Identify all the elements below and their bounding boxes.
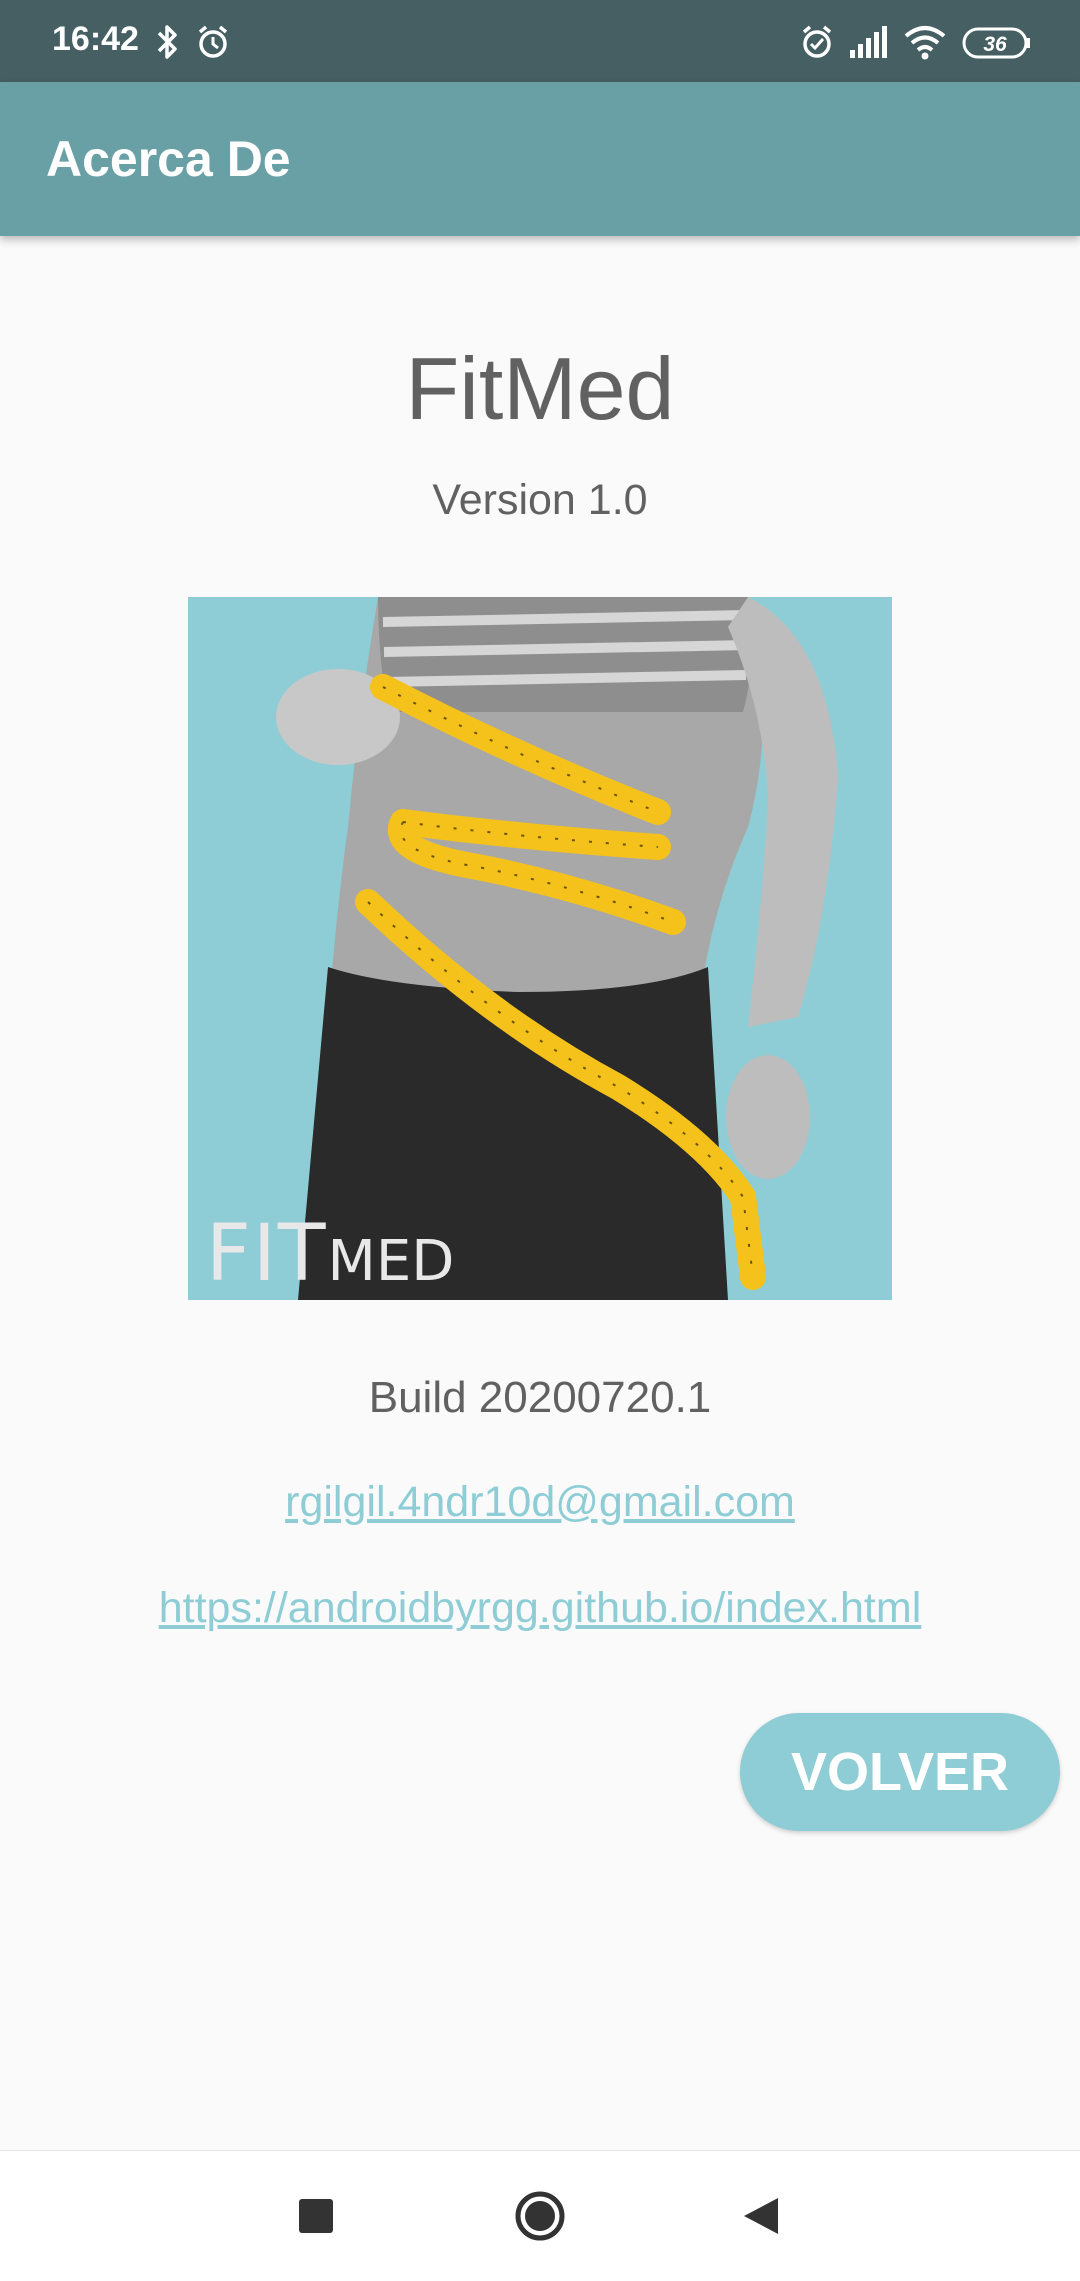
app-bar: Acerca De: [0, 82, 1080, 236]
battery-icon: 36: [962, 27, 1030, 59]
logo-text-fit: FIT: [206, 1209, 328, 1299]
alarm-icon: [198, 25, 228, 58]
signal-icon: [850, 26, 887, 58]
back-icon[interactable]: [720, 2176, 800, 2256]
navigation-bar: [0, 2150, 1080, 2281]
website-link[interactable]: https://androidbyrgg.github.io/index.htm…: [0, 1584, 1080, 1633]
battery-level: 36: [983, 33, 1007, 56]
page-title: Acerca De: [46, 131, 291, 187]
email-link[interactable]: rgilgil.4ndr10d@gmail.com: [0, 1478, 1080, 1527]
back-button[interactable]: VOLVER: [740, 1713, 1060, 1831]
app-logo-image: FITMED: [188, 597, 892, 1300]
app-version: Version 1.0: [432, 476, 648, 524]
logo-text-med: MED: [327, 1229, 455, 1294]
home-icon[interactable]: [500, 2176, 580, 2256]
app-name: FitMed: [405, 339, 675, 438]
bluetooth-icon: [157, 25, 177, 59]
wifi-icon: [904, 26, 946, 60]
alarm-icon: [802, 25, 832, 58]
recents-icon[interactable]: [276, 2176, 356, 2256]
logo-wordmark: FITMED: [206, 1215, 454, 1293]
status-bar: 16:42 36: [0, 0, 1080, 82]
build-number: Build 20200720.1: [368, 1373, 712, 1422]
status-time: 16:42: [52, 20, 139, 58]
